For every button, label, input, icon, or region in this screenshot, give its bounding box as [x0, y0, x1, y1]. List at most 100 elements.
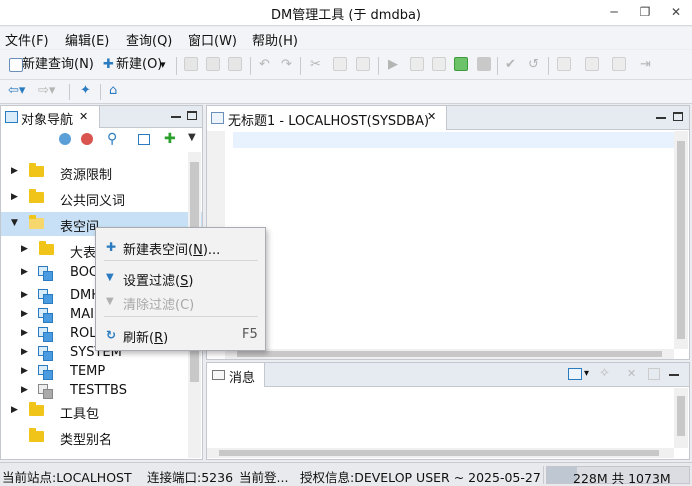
disconnect-icon[interactable] — [81, 133, 93, 145]
rollback-icon[interactable]: ↺ — [528, 56, 539, 74]
editor-horizontal-scrollbar[interactable] — [225, 349, 674, 359]
window-title: DM管理工具 (于 dmdba) — [270, 8, 422, 23]
menu-help[interactable]: 帮助(H) — [252, 30, 298, 49]
view-menu-icon[interactable]: ▼ — [188, 132, 196, 143]
scrollbar-thumb[interactable] — [237, 351, 662, 357]
back-icon[interactable]: ⇦▾ — [8, 82, 25, 100]
title-bar: DM管理工具 (于 dmdba) ─ ❐ ✕ — [0, 0, 692, 26]
menu-window[interactable]: 窗口(W) — [188, 30, 237, 49]
minimize-panel-icon[interactable] — [656, 117, 666, 119]
maximize-panel-icon[interactable] — [673, 112, 683, 121]
expand-icon[interactable]: ▶ — [21, 244, 28, 254]
menu-item-new-tablespace[interactable]: ✚ 新建表空间(N)... — [97, 234, 265, 258]
menu-edit[interactable]: 编辑(E) — [65, 30, 109, 49]
close-window-button[interactable]: ✕ — [662, 2, 690, 22]
dropdown-icon[interactable]: ▾ — [584, 368, 589, 379]
search-icon[interactable] — [612, 57, 626, 71]
home-icon[interactable]: ⌂ — [109, 82, 117, 100]
paste-icon[interactable] — [356, 57, 370, 71]
expand-icon[interactable]: ▶ — [21, 366, 28, 376]
pin-icon[interactable]: ✦ — [80, 82, 91, 100]
editor-current-line[interactable] — [233, 132, 674, 148]
menu-item-refresh[interactable]: ↻ 刷新(R) F5 — [97, 322, 265, 346]
new-button[interactable]: 新建(O) — [116, 56, 162, 74]
editor-tab[interactable]: 无标题1 - LOCALHOST(SYSDBA) ✕ — [207, 106, 447, 130]
tree-item-label: 大表 — [70, 246, 97, 261]
messages-tab[interactable]: 消息 — [207, 363, 265, 387]
navigator-close-icon[interactable]: ✕ — [79, 110, 88, 123]
execute-plan-icon[interactable] — [454, 57, 468, 71]
expand-icon[interactable]: ▶ — [21, 385, 28, 395]
run-script-icon[interactable] — [410, 57, 424, 71]
menu-query[interactable]: 查询(Q) — [126, 30, 172, 49]
memory-indicator[interactable]: 228M 共 1073M — [546, 466, 690, 486]
expand-icon[interactable]: ▶ — [11, 166, 18, 176]
expand-icon[interactable]: ▶ — [21, 290, 28, 300]
expand-icon[interactable]: ▶ — [21, 309, 28, 319]
forward-icon[interactable]: ⇨▾ — [38, 82, 55, 100]
tree-item-resource-limits[interactable]: ▶ 资源限制 — [1, 160, 202, 184]
undo-icon[interactable]: ↶ — [259, 56, 270, 74]
link-editor-icon[interactable]: ✚ — [164, 131, 176, 147]
navigator-tab-bar: 对象导航 ✕ — [1, 106, 202, 128]
collapse-icon[interactable]: ▼ — [11, 218, 18, 228]
expand-icon[interactable]: ▶ — [21, 347, 28, 357]
restore-button[interactable]: ❐ — [631, 2, 659, 22]
expand-icon[interactable]: ▶ — [11, 405, 18, 415]
editor-vertical-scrollbar[interactable] — [674, 131, 688, 349]
open-icon[interactable] — [184, 57, 198, 71]
minimize-panel-icon[interactable] — [669, 374, 679, 376]
save-icon[interactable] — [206, 57, 220, 71]
folder-icon — [39, 241, 54, 255]
clear-icon[interactable]: ✧ — [599, 366, 610, 381]
tree-item-type-alias[interactable]: 类型别名 — [1, 425, 202, 449]
maximize-panel-icon[interactable] — [187, 111, 197, 120]
folder-icon — [29, 189, 44, 203]
settings-icon[interactable] — [585, 57, 599, 71]
tree-item-public-synonyms[interactable]: ▶ 公共同义词 — [1, 186, 202, 210]
cut-icon[interactable]: ✂ — [310, 56, 321, 74]
scrollbar-thumb[interactable] — [219, 450, 659, 456]
collapse-all-icon[interactable] — [138, 134, 150, 145]
expand-icon[interactable]: ▶ — [21, 267, 28, 277]
menu-item-clear-filter: ▼ 清除过滤(C) — [97, 289, 265, 313]
messages-horizontal-scrollbar[interactable] — [207, 448, 674, 458]
tree-item-toolkit[interactable]: ▶ 工具包 — [1, 399, 202, 423]
menu-item-set-filter[interactable]: ▼ 设置过滤(S) — [97, 265, 265, 289]
filter-search-icon[interactable]: ⚲ — [107, 131, 117, 147]
remove-icon[interactable]: ✕ — [627, 367, 636, 380]
scrollbar-thumb[interactable] — [677, 396, 685, 436]
copy-message-icon[interactable] — [648, 368, 660, 380]
arrow-right-icon[interactable]: ⇥ — [640, 56, 651, 74]
expand-icon[interactable]: ▶ — [21, 328, 28, 338]
new-query-button[interactable]: 新建查询(N) — [22, 56, 94, 74]
tree-item-label: 表空间 — [60, 220, 100, 235]
messages-vertical-scrollbar[interactable] — [674, 388, 688, 448]
editor-tab-close-icon[interactable]: ✕ — [427, 110, 436, 123]
connect-icon[interactable] — [59, 133, 71, 145]
status-separator — [543, 466, 544, 484]
display-icon[interactable] — [568, 368, 582, 380]
navigator-tab-title: 对象导航 — [21, 113, 74, 128]
toolbar-separator — [176, 57, 177, 75]
sql-file-icon — [211, 112, 224, 124]
expand-icon[interactable]: ▶ — [11, 192, 18, 202]
copy-icon[interactable] — [333, 57, 347, 71]
run-icon[interactable]: ▶ — [388, 56, 398, 74]
menu-file[interactable]: 文件(F) — [5, 30, 49, 49]
minimize-panel-icon[interactable] — [171, 116, 181, 118]
explain-icon[interactable] — [432, 57, 446, 71]
plus-icon: ✚ — [106, 240, 117, 254]
stop-icon[interactable] — [477, 57, 491, 71]
redo-icon[interactable]: ↷ — [281, 56, 292, 74]
tablespace-icon — [38, 266, 53, 281]
scrollbar-thumb[interactable] — [677, 141, 685, 339]
sql-editor-panel: 无标题1 - LOCALHOST(SYSDBA) ✕ — [206, 105, 690, 360]
format-icon[interactable] — [557, 57, 571, 71]
tree-item-label: 公共同义词 — [60, 194, 126, 209]
save-all-icon[interactable] — [228, 57, 242, 71]
tree-item-label: 资源限制 — [60, 168, 113, 183]
commit-icon[interactable]: ✔ — [505, 56, 516, 74]
new-dropdown-icon[interactable]: ▾ — [160, 56, 166, 74]
minimize-button[interactable]: ─ — [600, 2, 628, 22]
